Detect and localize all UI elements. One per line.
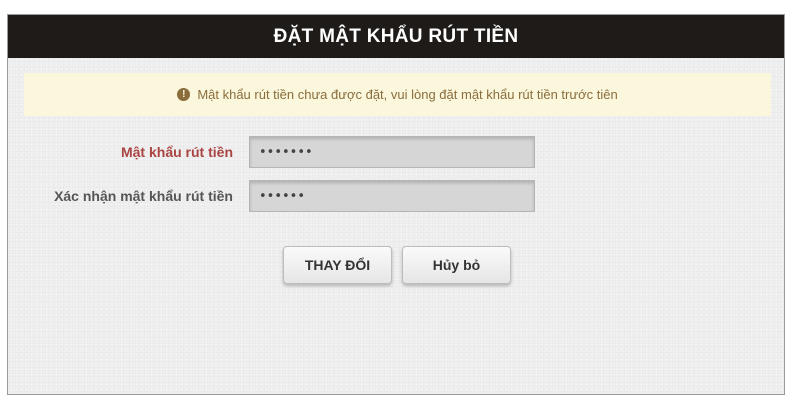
exclamation-circle-icon: ! bbox=[177, 88, 191, 101]
dialog-title: ĐẶT MẬT KHẨU RÚT TIỀN bbox=[273, 25, 519, 47]
withdrawal-password-dialog: ĐẶT MẬT KHẨU RÚT TIỀN ! Mật khẩu rút tiề… bbox=[7, 14, 785, 395]
change-button[interactable]: THAY ĐỔI bbox=[283, 246, 392, 284]
confirm-password-input[interactable] bbox=[249, 180, 535, 212]
confirm-password-label: Xác nhận mật khẩu rút tiền bbox=[54, 188, 233, 204]
form-actions: THAY ĐỔI Hủy bỏ bbox=[283, 246, 511, 284]
password-row: Mật khẩu rút tiền bbox=[8, 136, 786, 168]
cancel-button[interactable]: Hủy bỏ bbox=[402, 246, 511, 284]
password-label: Mật khẩu rút tiền bbox=[120, 144, 233, 160]
dialog-header: ĐẶT MẬT KHẨU RÚT TIỀN bbox=[8, 15, 784, 58]
password-input[interactable] bbox=[249, 136, 535, 168]
notice-text: Mật khẩu rút tiền chưa được đặt, vui lòn… bbox=[197, 87, 618, 102]
confirm-password-row: Xác nhận mật khẩu rút tiền bbox=[8, 180, 786, 212]
warning-notice: ! Mật khẩu rút tiền chưa được đặt, vui l… bbox=[24, 73, 771, 116]
